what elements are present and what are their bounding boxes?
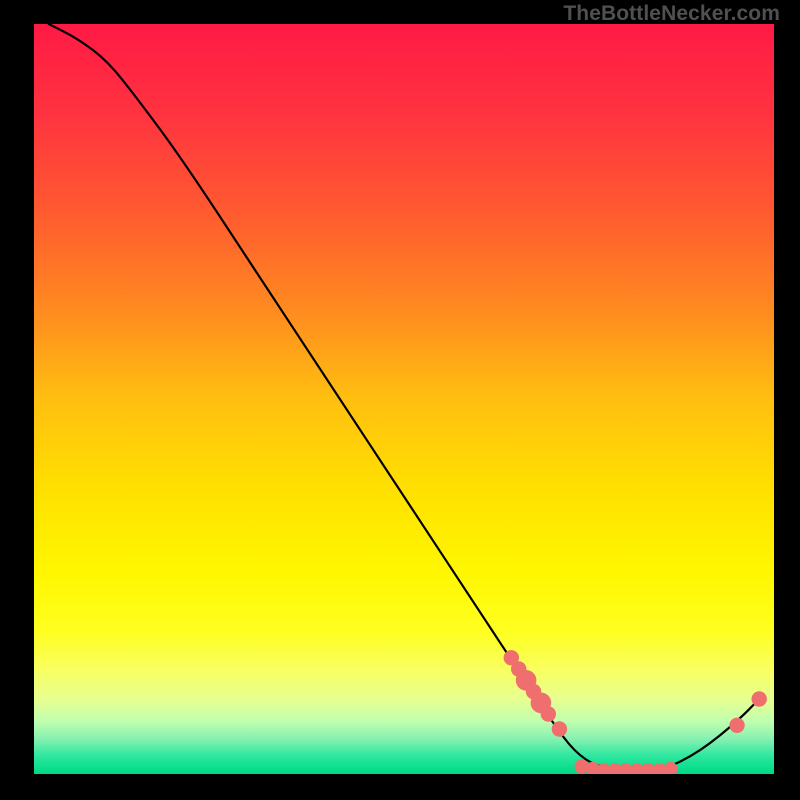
data-marker (552, 721, 567, 736)
data-marker (729, 718, 744, 733)
bottleneck-curve (49, 24, 759, 770)
chart-overlay (34, 24, 774, 774)
chart-canvas: TheBottleNecker.com (0, 0, 800, 800)
plot-area (34, 24, 774, 774)
data-marker (752, 691, 767, 706)
data-marker (541, 706, 556, 721)
marker-group (504, 650, 767, 774)
watermark-label: TheBottleNecker.com (563, 2, 780, 26)
